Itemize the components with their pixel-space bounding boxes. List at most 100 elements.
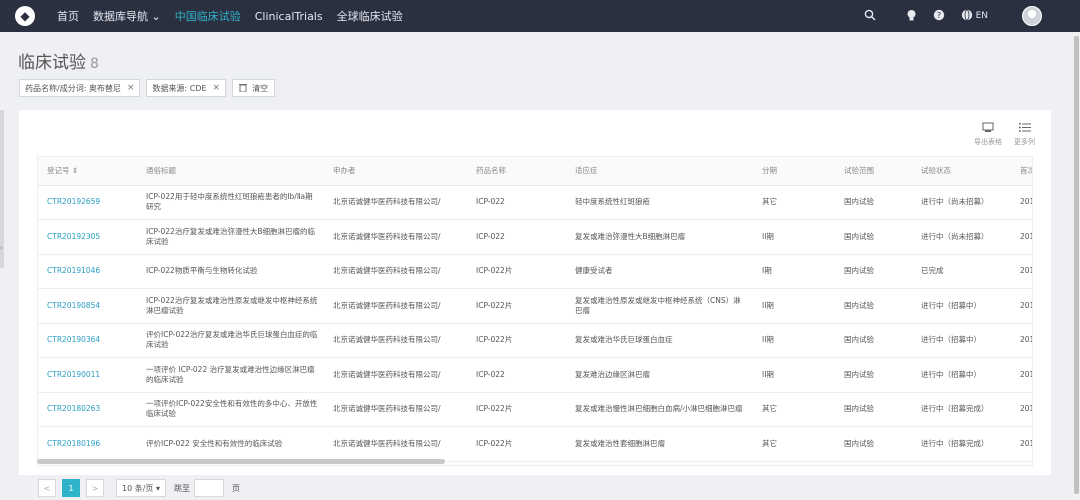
cell-scope: 国内试验 — [835, 219, 912, 255]
cell-indication: 复发或难治慢性淋巴细胞白血病/小淋巴细胞淋巴瘤 — [566, 392, 753, 427]
column-header-phase: 分期 — [753, 157, 835, 186]
cell-first-date: 201 — [1011, 288, 1032, 324]
nav-home[interactable]: 首页 — [57, 8, 79, 24]
chevron-right-icon[interactable]: › — [0, 244, 3, 252]
cell-reg-no[interactable]: CTR20191046 — [38, 254, 137, 289]
cell-first-date: 201 — [1011, 254, 1032, 289]
cell-scope: 国内试验 — [835, 288, 912, 324]
cell-title: ICP-022用于轻中度系统性红斑狼疮患者的Ib/Ⅱa期研究 — [137, 185, 324, 220]
table-row[interactable]: CTR20180196 评价ICP-022 安全性和有效性的临床试验 北京诺诚健华医… — [38, 426, 1032, 462]
cell-sponsor: 北京诺诚健华医药科技有限公司/ — [324, 392, 467, 427]
nav-right: ? EN — [864, 0, 1080, 32]
cell-title: 评价ICP-022治疗复发或难治华氏巨球蛋白血症的临床试验 — [137, 323, 324, 358]
table-row[interactable]: CTR20190854 ICP-022治疗复发或难治性原发或继发中枢神经系统淋巴瘤… — [38, 288, 1032, 324]
logo-icon[interactable]: ◆ — [15, 6, 35, 26]
cell-drug: ICP-022 — [467, 185, 566, 220]
cell-phase: II期 — [753, 219, 835, 255]
column-header-scope: 试验范围 — [835, 157, 912, 186]
results-table: 登记号 ⇕ 通俗标题 申办者 药品名称 适应症 分期 试验范围 试验状态 首次 … — [38, 157, 1032, 462]
column-header-sponsor: 申办者 — [324, 157, 467, 186]
page-scrollbar-thumb[interactable] — [1074, 36, 1079, 494]
table-row[interactable]: CTR20190364 评价ICP-022治疗复发或难治华氏巨球蛋白血症的临床试验… — [38, 323, 1032, 358]
goto-label: 跳至 — [173, 483, 190, 493]
nav-china-trials[interactable]: 中国临床试验 — [175, 8, 241, 24]
cell-status: 进行中（招募中） — [912, 288, 1011, 324]
clear-label: 清空 — [252, 83, 269, 93]
cell-first-date: 201 — [1011, 323, 1032, 358]
filter-bar: 药品名称/成分词: 奥布替尼 × 数据来源: CDE × 清空 — [19, 79, 276, 97]
page-title-text: 临床试验 — [18, 53, 86, 73]
cell-indication: 复发难治边缘区淋巴瘤 — [566, 357, 753, 393]
table-row[interactable]: CTR20191046 ICP-022物质平衡与生物转化试验 北京诺诚健华医药科技有… — [38, 254, 1032, 289]
bulb-icon[interactable] — [906, 9, 917, 24]
help-icon[interactable]: ? — [933, 9, 945, 24]
nav-database[interactable]: 数据库导航 ⌄ — [93, 8, 161, 24]
cell-indication: 复发或难治性套细胞淋巴瘤 — [566, 426, 753, 462]
cell-status: 进行中（招募中） — [912, 357, 1011, 393]
table-row[interactable]: CTR20190011 一项评价 ICP-022 治疗复发或难治性边缘区淋巴瘤的临… — [38, 357, 1032, 393]
column-header-reg-no[interactable]: 登记号 ⇕ — [38, 157, 137, 186]
cell-title: 一项评价ICP-022安全性和有效性的多中心、开放性临床试验 — [137, 392, 324, 427]
close-icon[interactable]: × — [127, 83, 135, 93]
cell-reg-no[interactable]: CTR20190854 — [38, 288, 137, 324]
cell-indication: 复发或难治华氏巨球蛋白血症 — [566, 323, 753, 358]
cell-scope: 国内试验 — [835, 323, 912, 358]
language-switch[interactable]: EN — [976, 11, 988, 21]
filter-chip-label: 药品名称/成分词: 奥布替尼 — [25, 83, 121, 93]
table-row[interactable]: CTR20180263 一项评价ICP-022安全性和有效性的多中心、开放性临床试… — [38, 392, 1032, 427]
prev-page-button[interactable]: < — [38, 479, 56, 497]
cell-phase: II期 — [753, 323, 835, 358]
pagination: < 1 > 10 条/页 ▾ 跳至 页 — [38, 479, 240, 497]
cell-scope: 国内试验 — [835, 392, 912, 427]
results-card: 导出表格 更多列 登记号 ⇕ 通俗标题 申办者 药品名称 适应症 分期 试验范围… — [19, 110, 1051, 475]
cell-scope: 国内试验 — [835, 426, 912, 462]
cell-title: 评价ICP-022 安全性和有效性的临床试验 — [137, 426, 324, 462]
cell-sponsor: 北京诺诚健华医药科技有限公司/ — [324, 254, 467, 289]
cell-reg-no[interactable]: CTR20180196 — [38, 426, 137, 462]
table-row[interactable]: CTR20192659 ICP-022用于轻中度系统性红斑狼疮患者的Ib/Ⅱa期研… — [38, 185, 1032, 220]
cell-phase: 其它 — [753, 426, 835, 462]
nav-clinicaltrials[interactable]: ClinicalTrials — [255, 10, 323, 23]
table-tools: 导出表格 更多列 — [962, 122, 1035, 147]
cell-reg-no[interactable]: CTR20190011 — [38, 357, 137, 393]
list-icon — [1018, 122, 1031, 136]
results-table-wrapper[interactable]: 登记号 ⇕ 通俗标题 申办者 药品名称 适应症 分期 试验范围 试验状态 首次 … — [37, 156, 1033, 466]
table-horizontal-scrollbar[interactable] — [37, 459, 445, 464]
cell-status: 进行中（尚未招募） — [912, 219, 1011, 255]
table-header-row: 登记号 ⇕ 通俗标题 申办者 药品名称 适应症 分期 试验范围 试验状态 首次 — [38, 157, 1032, 186]
nav-global-trials[interactable]: 全球临床试验 — [337, 8, 403, 24]
cell-reg-no[interactable]: CTR20192305 — [38, 219, 137, 255]
more-columns-label: 更多列 — [1014, 138, 1035, 146]
cell-sponsor: 北京诺诚健华医药科技有限公司/ — [324, 288, 467, 324]
clear-filters-button[interactable]: 清空 — [232, 79, 276, 97]
table-body: CTR20192659 ICP-022用于轻中度系统性红斑狼疮患者的Ib/Ⅱa期研… — [38, 185, 1032, 462]
page-size-select[interactable]: 10 条/页 ▾ — [116, 479, 166, 497]
cell-reg-no[interactable]: CTR20190364 — [38, 323, 137, 358]
user-avatar[interactable] — [1022, 6, 1042, 26]
table-row[interactable]: CTR20192305 ICP-022治疗复发或难治弥漫性大B细胞淋巴瘤的临床试验… — [38, 219, 1032, 255]
cell-title: 一项评价 ICP-022 治疗复发或难治性边缘区淋巴瘤的临床试验 — [137, 357, 324, 393]
page-button-current[interactable]: 1 — [62, 479, 80, 497]
export-table-button[interactable]: 导出表格 — [974, 122, 1002, 147]
more-columns-button[interactable]: 更多列 — [1014, 122, 1035, 147]
cell-drug: ICP-022 — [467, 219, 566, 255]
close-icon[interactable]: × — [213, 83, 221, 93]
cell-drug: ICP-022片 — [467, 288, 566, 324]
cell-reg-no[interactable]: CTR20192659 — [38, 185, 137, 220]
cell-reg-no[interactable]: CTR20180263 — [38, 392, 137, 427]
cell-status: 已完成 — [912, 254, 1011, 289]
next-page-button[interactable]: > — [86, 479, 104, 497]
cell-phase: 其它 — [753, 185, 835, 220]
column-header-status: 试验状态 — [912, 157, 1011, 186]
cell-drug: ICP-022片 — [467, 392, 566, 427]
cell-drug: ICP-022片 — [467, 254, 566, 289]
cell-phase: II期 — [753, 288, 835, 324]
main-nav: 首页 数据库导航 ⌄ 中国临床试验 ClinicalTrials 全球临床试验 — [57, 8, 417, 24]
column-header-first-date: 首次 — [1011, 157, 1032, 186]
search-icon[interactable] — [864, 9, 876, 24]
cell-status: 进行中（招募中） — [912, 323, 1011, 358]
cell-indication: 健康受试者 — [566, 254, 753, 289]
globe-icon[interactable] — [961, 9, 973, 24]
goto-page-input[interactable] — [193, 479, 224, 497]
cell-sponsor: 北京诺诚健华医药科技有限公司/ — [324, 185, 467, 220]
